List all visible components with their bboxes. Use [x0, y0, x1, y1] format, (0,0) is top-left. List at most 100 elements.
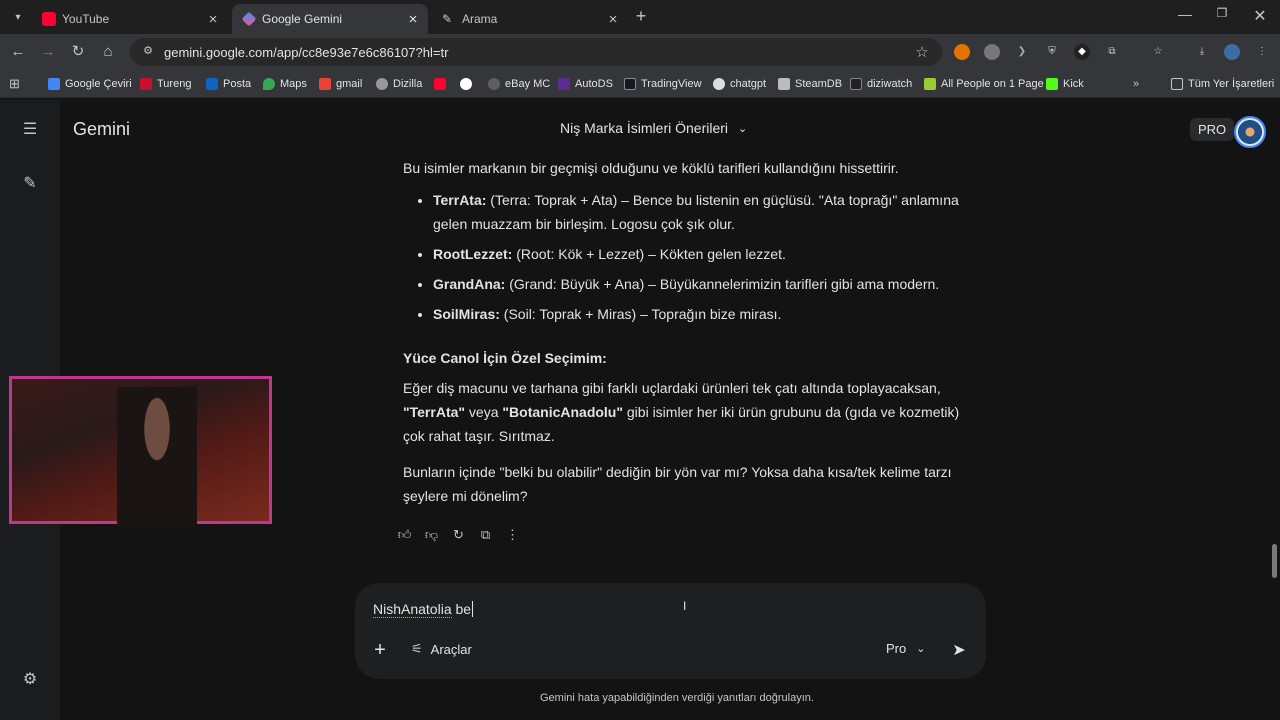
address-bar[interactable]: ⚙ gemini.google.com/app/cc8e93e7e6c86107…: [130, 38, 942, 66]
bookmark-label: Tureng: [157, 78, 192, 90]
avatar[interactable]: [1234, 116, 1266, 148]
all-bookmarks-folder[interactable]: Tüm Yer İşaretleri: [1171, 76, 1274, 92]
extension-icon[interactable]: ◆: [1074, 44, 1090, 60]
add-attachment-plus-icon[interactable]: +: [371, 640, 389, 660]
extension-icon[interactable]: [954, 44, 970, 60]
gemini-brand[interactable]: Gemini: [73, 119, 130, 140]
bookmark-label: Kick: [1063, 78, 1084, 90]
tab-search-chevron-icon[interactable]: ▾: [8, 7, 28, 27]
name-suggestion-list: TerrAta: (Terra: Toprak + Ata) – Bence b…: [433, 188, 983, 326]
conversation-title[interactable]: Niş Marka İsimleri Önerileri ⌄: [560, 120, 747, 136]
bookmark-item[interactable]: AutoDS: [558, 76, 613, 92]
new-tab-plus-icon[interactable]: +: [632, 6, 650, 27]
suggestion-text: (Terra: Toprak + Ata) – Bence bu listeni…: [433, 192, 959, 232]
bookmark-item[interactable]: Kick: [1046, 76, 1084, 92]
bookmark-item[interactable]: Maps: [263, 76, 307, 92]
hamburger-menu-icon[interactable]: ☰: [18, 118, 42, 142]
typed-text: be: [451, 601, 472, 617]
prompt-input[interactable]: NishAnatolia be: [373, 601, 474, 618]
chevron-down-icon: ⌄: [916, 643, 926, 655]
thumbs-up-icon[interactable]: 👍︎: [396, 526, 413, 543]
bold-name: "TerrAta": [403, 404, 466, 420]
mail-icon: [206, 78, 218, 90]
extension-icon[interactable]: ❯: [1014, 44, 1030, 60]
youtube-icon: [42, 12, 56, 26]
restore-icon[interactable]: ❐: [1212, 6, 1232, 20]
bookmark-label: AutoDS: [575, 78, 613, 90]
url-text[interactable]: gemini.google.com/app/cc8e93e7e6c86107?h…: [164, 45, 912, 60]
extension-icon[interactable]: [984, 44, 1000, 60]
tab-google-gemini[interactable]: Google Gemini ×: [232, 4, 428, 34]
tab-arama[interactable]: ✎ Arama ×: [432, 4, 628, 34]
reading-list-icon[interactable]: ☆: [1150, 44, 1166, 60]
regenerate-icon[interactable]: ↻: [450, 526, 467, 543]
apps-grid-icon[interactable]: ⊞: [9, 76, 20, 92]
window-close-icon[interactable]: ✕: [1250, 6, 1270, 26]
site-info-icon[interactable]: ⚙: [140, 44, 156, 60]
tab-youtube[interactable]: YouTube ×: [32, 4, 228, 34]
list-item: SoilMiras: (Soil: Toprak + Miras) – Topr…: [433, 302, 983, 326]
bookmark-item[interactable]: eBay MC: [488, 76, 550, 92]
bookmarks-bar: ⊞ Google Çeviri Tureng Posta Maps gmail …: [0, 70, 1280, 98]
bookmark-item[interactable]: chatgpt: [713, 76, 766, 92]
settings-gear-icon[interactable]: ⚙: [18, 668, 42, 692]
suggestion-name: TerrAta:: [433, 192, 487, 208]
bookmark-item[interactable]: diziwatch: [850, 76, 912, 92]
closing-question: Bunların içinde "belki bu olabilir" dedi…: [403, 464, 952, 504]
tab-title: Google Gemini: [262, 12, 343, 26]
bookmark-item[interactable]: Dizilla: [376, 76, 422, 92]
send-icon[interactable]: ➤: [949, 640, 969, 660]
pro-badge[interactable]: PRO: [1190, 118, 1235, 141]
close-icon[interactable]: ×: [404, 11, 422, 28]
close-icon[interactable]: ×: [204, 11, 222, 28]
thumbs-down-icon[interactable]: 👎︎: [423, 526, 440, 543]
reload-icon[interactable]: ↻: [68, 42, 88, 62]
suggestion-name: GrandAna:: [433, 276, 506, 292]
suggestion-text: (Root: Kök + Lezzet) – Kökten gelen lezz…: [512, 246, 786, 262]
tools-button[interactable]: ⚟ Araçlar: [411, 641, 472, 657]
more-options-icon[interactable]: ⋮: [504, 526, 521, 543]
new-chat-icon[interactable]: ✎: [18, 172, 42, 196]
back-arrow-icon[interactable]: ←: [8, 42, 28, 62]
download-icon[interactable]: ⤓: [1194, 44, 1210, 60]
bold-name: "BotanicAnadolu": [502, 404, 623, 420]
model-selector[interactable]: Pro ⌄: [886, 641, 925, 656]
all-bookmarks-label: Tüm Yer İşaretleri: [1188, 78, 1275, 90]
more-bookmarks-chevron-icon[interactable]: »: [1133, 76, 1139, 92]
bookmark-item[interactable]: SteamDB: [778, 76, 842, 92]
home-icon[interactable]: ⌂: [98, 42, 118, 62]
profile-avatar-icon[interactable]: [1224, 44, 1240, 60]
bookmark-label: All People on 1 Page: [941, 78, 1044, 90]
scrollbar-thumb[interactable]: [1272, 544, 1277, 578]
people-icon: [924, 78, 936, 90]
shield-icon[interactable]: ⛨: [1044, 44, 1060, 60]
menu-kebab-icon[interactable]: ⋮: [1254, 44, 1270, 60]
bookmark-star-icon[interactable]: ☆: [912, 43, 932, 61]
model-response: Bu isimler markanın bir geçmişi olduğunu…: [403, 156, 983, 514]
bookmark-item[interactable]: [460, 76, 477, 92]
tools-sliders-icon: ⚟: [411, 641, 423, 656]
bookmark-label: Google Çeviri: [65, 78, 132, 90]
bookmark-item[interactable]: Google Çeviri: [48, 76, 132, 92]
gmail-icon: [319, 78, 331, 90]
minimize-icon[interactable]: —: [1175, 6, 1195, 22]
extensions-puzzle-icon[interactable]: ⧉: [1104, 44, 1120, 60]
bookmark-label: Dizilla: [393, 78, 423, 90]
forward-arrow-icon[interactable]: →: [38, 42, 58, 62]
bookmark-item[interactable]: Tureng: [140, 76, 191, 92]
tools-label: Araçlar: [430, 641, 472, 657]
youtube-icon: [434, 78, 446, 90]
bookmark-item[interactable]: All People on 1 Page: [924, 76, 1044, 92]
suggestion-name: RootLezzet:: [433, 246, 513, 262]
bookmark-item[interactable]: Posta: [206, 76, 251, 92]
bookmark-item[interactable]: gmail: [319, 76, 362, 92]
webcam-overlay: [9, 376, 272, 527]
bookmark-item[interactable]: TradingView: [624, 76, 702, 92]
close-icon[interactable]: ×: [604, 11, 622, 28]
bookmark-item[interactable]: [434, 76, 451, 92]
prompt-composer[interactable]: NishAnatolia be + ⚟ Araçlar Pro ⌄ ➤: [355, 583, 986, 679]
list-item: TerrAta: (Terra: Toprak + Ata) – Bence b…: [433, 188, 983, 236]
paragraph-text: veya: [465, 404, 503, 420]
copy-icon[interactable]: ⧉: [477, 526, 494, 543]
bookmark-label: gmail: [336, 78, 363, 90]
